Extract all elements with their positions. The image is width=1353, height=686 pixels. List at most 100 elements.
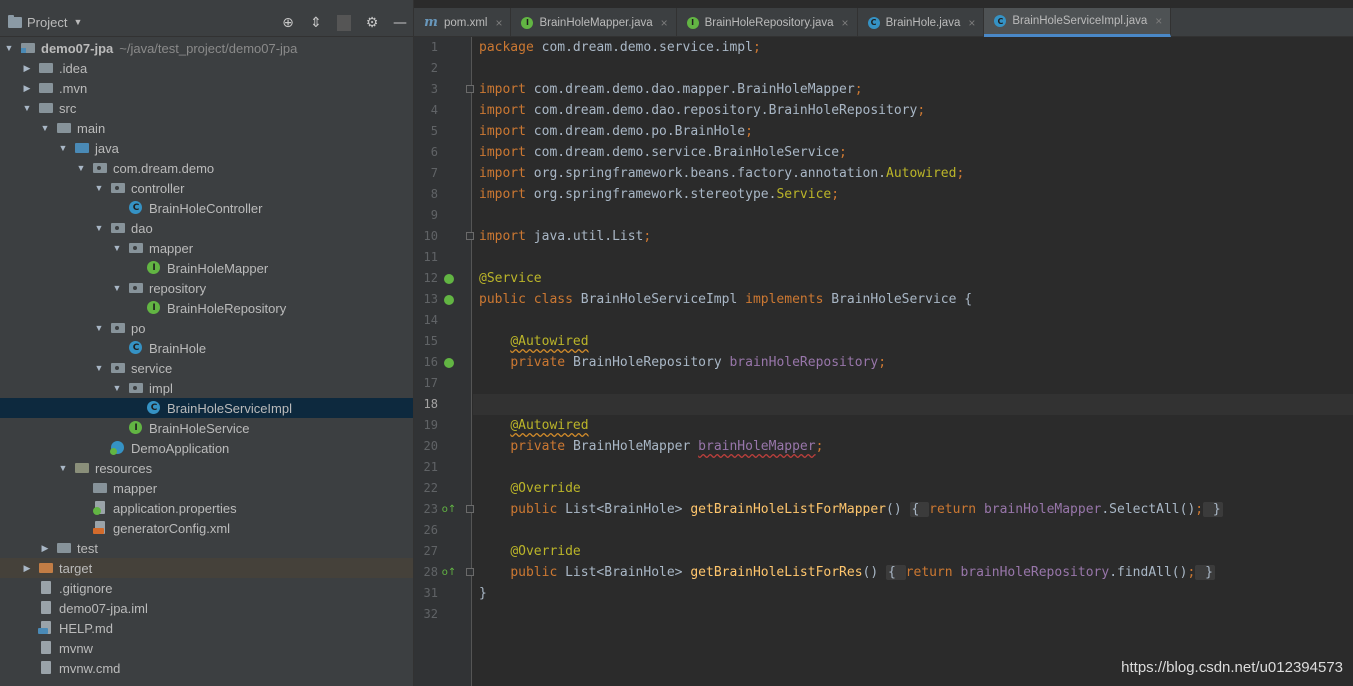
code-line[interactable]: @Autowired	[473, 331, 1353, 352]
tree-item-brainholeserviceimpl[interactable]: C BrainHoleServiceImpl	[0, 398, 413, 418]
tab-pom-xml[interactable]: m pom.xml ×	[414, 8, 512, 37]
expand-arrow-icon[interactable]: ▶	[20, 83, 34, 94]
tree-item-brainholeservice[interactable]: I BrainHoleService	[0, 418, 413, 438]
collapse-arrow-icon[interactable]: ▼	[92, 183, 106, 193]
code-line[interactable]	[473, 373, 1353, 394]
tree-root-demo07-jpa[interactable]: ▼ demo07-jpa ~/java/test_project/demo07-…	[0, 38, 413, 58]
tree-item-generatorconfig-xml[interactable]: generatorConfig.xml	[0, 518, 413, 538]
tree-item-target[interactable]: ▶ target	[0, 558, 413, 578]
code-line[interactable]: @Override	[473, 478, 1353, 499]
collapse-arrow-icon[interactable]: ▼	[110, 283, 124, 293]
tree-item-demo07-jpa-iml[interactable]: demo07-jpa.iml	[0, 598, 413, 618]
code-token: return	[905, 565, 961, 580]
code-line[interactable]: import java.util.List;	[473, 226, 1353, 247]
tree-item--idea[interactable]: ▶ .idea	[0, 58, 413, 78]
collapse-arrow-icon[interactable]: ▼	[56, 463, 70, 473]
tree-item-impl[interactable]: ▼ impl	[0, 378, 413, 398]
collapse-all-icon[interactable]: ⇕	[309, 15, 323, 31]
code-line[interactable]: public List<BrainHole> getBrainHoleListF…	[473, 562, 1353, 583]
code-area[interactable]: package com.dream.demo.service.impl; impo…	[473, 37, 1353, 686]
code-line[interactable]: package com.dream.demo.service.impl;	[473, 37, 1353, 58]
code-line[interactable]	[473, 247, 1353, 268]
code-line[interactable]: @Override	[473, 541, 1353, 562]
tab-brainholeserviceimpl-java[interactable]: C BrainHoleServiceImpl.java ×	[984, 8, 1172, 37]
expand-arrow-icon[interactable]: ▼	[2, 43, 16, 53]
code-line[interactable]: import com.dream.demo.dao.repository.Bra…	[473, 100, 1353, 121]
code-line[interactable]: import org.springframework.stereotype.Se…	[473, 184, 1353, 205]
tree-item-demoapplication[interactable]: DemoApplication	[0, 438, 413, 458]
code-line[interactable]: public class BrainHoleServiceImpl implem…	[473, 289, 1353, 310]
tree-item-brainholemapper[interactable]: I BrainHoleMapper	[0, 258, 413, 278]
tree-item-brainhole[interactable]: C BrainHole	[0, 338, 413, 358]
tree-item-mapper[interactable]: ▼ mapper	[0, 238, 413, 258]
code-line[interactable]	[473, 457, 1353, 478]
close-icon[interactable]: ×	[968, 16, 975, 30]
code-line[interactable]: @Autowired	[473, 415, 1353, 436]
tree-item-brainholerepository[interactable]: I BrainHoleRepository	[0, 298, 413, 318]
tab-brainhole-java[interactable]: C BrainHole.java ×	[858, 8, 985, 37]
code-line[interactable]	[473, 58, 1353, 79]
tab-brainholerepository-java[interactable]: I BrainHoleRepository.java ×	[677, 8, 858, 37]
code-line[interactable]: public List<BrainHole> getBrainHoleListF…	[473, 499, 1353, 520]
close-icon[interactable]: ×	[495, 16, 502, 30]
override-method-icon[interactable]: o↑	[442, 499, 457, 520]
tree-item-service[interactable]: ▼ service	[0, 358, 413, 378]
collapse-arrow-icon[interactable]: ▼	[38, 123, 52, 133]
code-line[interactable]	[473, 205, 1353, 226]
code-line[interactable]: }	[473, 583, 1353, 604]
tree-item-src[interactable]: ▼ src	[0, 98, 413, 118]
tree-item-help-md[interactable]: HELP.md	[0, 618, 413, 638]
gear-icon[interactable]: ⚙	[365, 15, 379, 31]
tree-item-brainholecontroller[interactable]: C BrainHoleController	[0, 198, 413, 218]
code-line[interactable]: import com.dream.demo.dao.mapper.BrainHo…	[473, 79, 1353, 100]
close-icon[interactable]: ×	[842, 16, 849, 30]
code-line[interactable]: import com.dream.demo.po.BrainHole;	[473, 121, 1353, 142]
tree-item-mvnw-cmd[interactable]: mvnw.cmd	[0, 658, 413, 678]
collapse-arrow-icon[interactable]: ▼	[92, 363, 106, 373]
hide-panel-icon[interactable]: —	[393, 15, 407, 31]
collapse-arrow-icon[interactable]: ▼	[110, 243, 124, 253]
collapse-arrow-icon[interactable]: ▼	[110, 383, 124, 393]
tree-item-controller[interactable]: ▼ controller	[0, 178, 413, 198]
expand-arrow-icon[interactable]: ▶	[20, 63, 34, 74]
tab-brainholemapper-java[interactable]: I BrainHoleMapper.java ×	[511, 8, 677, 37]
tree-item-repository[interactable]: ▼ repository	[0, 278, 413, 298]
tree-item-resources[interactable]: ▼ resources	[0, 458, 413, 478]
code-line[interactable]: @Service	[473, 268, 1353, 289]
tree-item-dao[interactable]: ▼ dao	[0, 218, 413, 238]
collapse-arrow-icon[interactable]: ▼	[74, 163, 88, 173]
locate-icon[interactable]: ⊕	[281, 15, 295, 31]
expand-arrow-icon[interactable]: ▶	[38, 543, 52, 554]
project-view-selector[interactable]: Project ▼	[8, 14, 82, 30]
close-icon[interactable]: ×	[1155, 14, 1162, 28]
collapse-arrow-icon[interactable]: ▼	[56, 143, 70, 153]
code-line[interactable]: import org.springframework.beans.factory…	[473, 163, 1353, 184]
code-line[interactable]	[473, 310, 1353, 331]
spring-bean-icon[interactable]	[442, 268, 456, 289]
code-line[interactable]: import com.dream.demo.service.BrainHoleS…	[473, 142, 1353, 163]
spring-bean-icon[interactable]	[442, 289, 456, 310]
tree-item-main[interactable]: ▼ main	[0, 118, 413, 138]
tree-item-mvnw[interactable]: mvnw	[0, 638, 413, 658]
chevron-down-icon[interactable]: ▼	[73, 17, 82, 27]
tree-item-mapper[interactable]: mapper	[0, 478, 413, 498]
tree-item-test[interactable]: ▶ test	[0, 538, 413, 558]
expand-arrow-icon[interactable]: ▶	[20, 563, 34, 574]
tree-item--mvn[interactable]: ▶ .mvn	[0, 78, 413, 98]
tree-item--gitignore[interactable]: .gitignore	[0, 578, 413, 598]
code-line[interactable]	[473, 604, 1353, 625]
code-line[interactable]: private BrainHoleRepository brainHoleRep…	[473, 352, 1353, 373]
spring-bean-icon[interactable]	[442, 352, 456, 373]
collapse-arrow-icon[interactable]: ▼	[20, 103, 34, 113]
collapse-arrow-icon[interactable]: ▼	[92, 323, 106, 333]
collapse-arrow-icon[interactable]: ▼	[92, 223, 106, 233]
code-line[interactable]	[473, 520, 1353, 541]
tree-item-java[interactable]: ▼ java	[0, 138, 413, 158]
close-icon[interactable]: ×	[661, 16, 668, 30]
tree-item-po[interactable]: ▼ po	[0, 318, 413, 338]
tree-item-com-dream-demo[interactable]: ▼ com.dream.demo	[0, 158, 413, 178]
tree-item-application-properties[interactable]: application.properties	[0, 498, 413, 518]
code-line[interactable]: private BrainHoleMapper brainHoleMapper;	[473, 436, 1353, 457]
code-line[interactable]	[473, 394, 1353, 415]
override-method-icon[interactable]: o↑	[442, 562, 457, 583]
